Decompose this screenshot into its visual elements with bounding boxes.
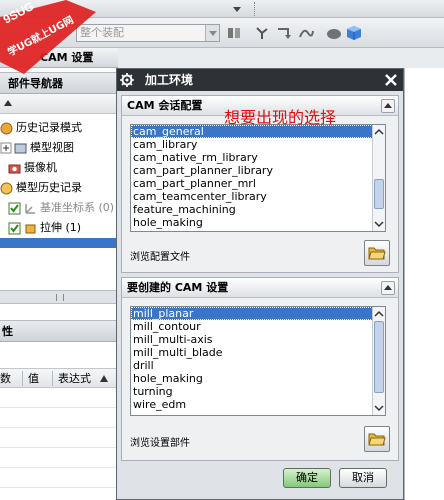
column-value[interactable]: 值: [28, 369, 39, 388]
list-item[interactable]: wire_edm: [131, 398, 385, 411]
cube-icon[interactable]: [346, 25, 362, 41]
shade-icon[interactable]: [326, 25, 342, 41]
gear-icon[interactable]: [120, 73, 134, 87]
properties-column-header: 数 值 表达式: [0, 368, 118, 388]
browse-config-button[interactable]: [364, 240, 390, 266]
section-title: CAM 会话配置: [127, 99, 203, 112]
app-title-bar: CAM 设置: [0, 48, 118, 68]
model-view-icon: [14, 143, 27, 153]
tree-item-extrude[interactable]: 拉伸 (1): [0, 218, 118, 238]
list-item[interactable]: drill: [131, 359, 385, 372]
navigator-tree: 历史记录模式 模型视图 摄像机 模型历史记录 基准坐标系 (0) 拉伸 (1): [0, 114, 118, 304]
annotation-note: 想要出现的选择: [224, 108, 337, 127]
cam-config-listbox[interactable]: cam_general cam_library cam_native_rm_libr…: [130, 124, 386, 232]
toolbar-separator: [254, 2, 256, 16]
tree-item-label: 基准坐标系 (0): [40, 201, 115, 214]
scroll-down-icon[interactable]: [374, 403, 384, 413]
tree-item-label: 模型历史记录: [16, 181, 82, 194]
ok-button[interactable]: 确定: [283, 468, 331, 488]
list-item[interactable]: feature_machining: [131, 203, 385, 216]
sort-arrow-icon[interactable]: [100, 375, 108, 382]
list-item[interactable]: mill_multi_blade: [131, 346, 385, 359]
scroll-grip-icon[interactable]: [56, 294, 64, 301]
tree-item-label: 模型视图: [30, 141, 74, 154]
scroll-up-icon[interactable]: [374, 127, 384, 137]
extrude-icon: [25, 224, 36, 233]
history-mode-icon: [0, 122, 13, 134]
list-item[interactable]: mill_planar: [131, 307, 385, 320]
list-item[interactable]: mill_multi-axis: [131, 333, 385, 346]
tree-item-model-views[interactable]: 模型视图: [0, 138, 118, 158]
checkbox-checked-icon[interactable]: [8, 222, 21, 235]
tree-item-cameras[interactable]: 摄像机: [0, 158, 118, 178]
navigator-title: 部件导航器: [0, 72, 118, 94]
selection-scope-combo[interactable]: 整个装配: [76, 24, 220, 42]
camera-icon: [8, 164, 21, 173]
dropdown-arrow-icon[interactable]: [232, 4, 242, 14]
model-history-icon: [0, 182, 13, 194]
datum-csys-icon: [25, 203, 35, 214]
properties-title-text: 性: [2, 325, 13, 338]
list-item[interactable]: cam_native_rm_library: [131, 151, 385, 164]
cancel-button[interactable]: 取消: [339, 468, 387, 488]
selection-toolbar: 整个装配: [0, 18, 444, 48]
tree-item-model-history[interactable]: 模型历史记录: [0, 178, 118, 198]
properties-title: 性: [0, 320, 118, 342]
vertical-scrollbar[interactable]: [372, 307, 385, 415]
tree-item-datum-csys[interactable]: 基准坐标系 (0): [0, 198, 118, 218]
arrow-select-icon[interactable]: [276, 25, 292, 41]
section-header[interactable]: 要创建的 CAM 设置: [122, 278, 398, 298]
part-navigator-panel: 部件导航器 历史记录模式 模型视图 摄像机 模型历史记录 基准坐标系 (0) 拉…: [0, 68, 118, 500]
scroll-thumb[interactable]: [374, 321, 384, 393]
selection-scope-value: 整个装配: [80, 26, 124, 39]
scroll-up-icon[interactable]: [374, 309, 384, 319]
tree-column-header[interactable]: [0, 94, 118, 114]
app-title: CAM 设置: [40, 51, 94, 64]
navigator-title-text: 部件导航器: [8, 77, 63, 90]
tree-selected-row[interactable]: [0, 238, 118, 248]
column-name[interactable]: 数: [0, 369, 11, 388]
column-expression[interactable]: 表达式: [58, 369, 91, 388]
tree-item-label: 摄像机: [24, 161, 57, 174]
tree-item-history-mode[interactable]: 历史记录模式: [0, 118, 118, 138]
list-item[interactable]: cam_library: [131, 138, 385, 151]
list-item[interactable]: turning: [131, 385, 385, 398]
list-item[interactable]: hole_making: [131, 372, 385, 385]
scroll-down-icon[interactable]: [374, 219, 384, 229]
collapse-icon[interactable]: [381, 99, 395, 113]
browse-setup-part-button[interactable]: [364, 426, 390, 452]
chevron-down-icon[interactable]: [205, 25, 219, 41]
cam-setup-section: 要创建的 CAM 设置 mill_planar mill_contour mill_…: [121, 277, 399, 461]
cam-setup-listbox[interactable]: mill_planar mill_contour mill_multi-axis mi…: [130, 306, 386, 416]
top-toolbar-strip: [0, 0, 444, 18]
collapse-icon[interactable]: [381, 281, 395, 295]
sort-ascending-icon: [4, 100, 12, 106]
vertical-scrollbar[interactable]: [372, 125, 385, 231]
tree-item-label: 历史记录模式: [16, 121, 82, 134]
folder-open-icon: [368, 247, 386, 260]
properties-grid: [0, 388, 118, 500]
graphics-window[interactable]: [404, 68, 444, 500]
list-item[interactable]: hole_making: [131, 216, 385, 229]
list-item[interactable]: cam_part_planner_mrl: [131, 177, 385, 190]
list-item[interactable]: cam_part_planner_library: [131, 164, 385, 177]
curve-select-icon[interactable]: [298, 25, 314, 41]
dialog-title-bar[interactable]: 加工环境: [117, 69, 403, 91]
folder-open-icon: [368, 433, 386, 446]
point-select-icon[interactable]: [254, 25, 270, 41]
checkbox-checked-icon[interactable]: [8, 202, 21, 215]
browse-config-label: 浏览配置文件: [130, 252, 190, 263]
dialog-title: 加工环境: [145, 73, 194, 87]
scroll-thumb[interactable]: [374, 179, 384, 209]
close-icon[interactable]: [383, 72, 399, 88]
snap-icon[interactable]: [226, 25, 242, 41]
horizontal-scrollbar[interactable]: [0, 290, 118, 304]
plus-icon[interactable]: [0, 142, 13, 155]
section-title: 要创建的 CAM 设置: [127, 281, 229, 294]
list-item[interactable]: mill_contour: [131, 320, 385, 333]
browse-setup-label: 浏览设置部件: [130, 438, 190, 449]
machining-environment-dialog: 加工环境 CAM 会话配置 cam_general cam_library cam_…: [116, 68, 404, 500]
tree-item-label: 拉伸 (1): [40, 221, 82, 234]
list-item[interactable]: cam_teamcenter_library: [131, 190, 385, 203]
